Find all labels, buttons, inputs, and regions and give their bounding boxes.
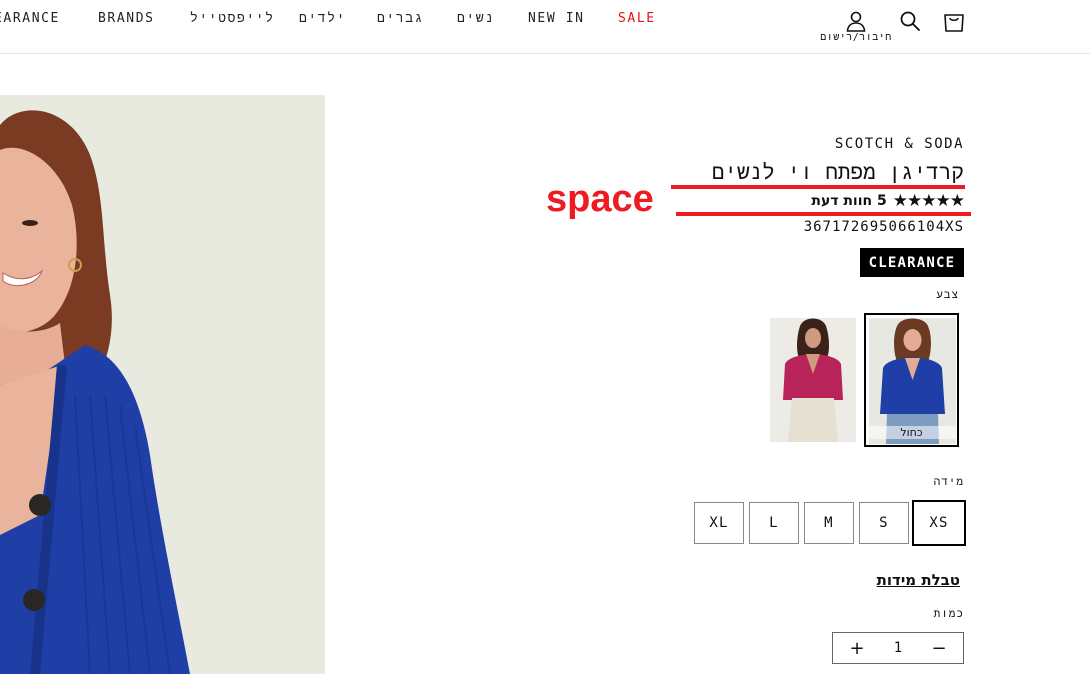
swatch-blue-caption: כחול	[866, 426, 957, 439]
nav-item-clearance[interactable]: EARANCE	[0, 11, 60, 26]
nav-item-women[interactable]: נשים	[457, 11, 495, 26]
color-swatch-blue[interactable]: כחול	[864, 313, 959, 447]
quantity-value[interactable]: 1	[894, 640, 902, 656]
quantity-increase-button[interactable]: +	[847, 638, 867, 659]
site-header: EARANCE BRANDS לייפסטייל ילדים גברים נשי…	[0, 0, 1090, 54]
quantity-stepper[interactable]: + 1 −	[832, 632, 964, 664]
color-label: צבע	[936, 288, 959, 301]
annotation-underline-bottom	[676, 212, 971, 216]
clearance-badge: CLEARANCE	[860, 248, 964, 277]
search-icon[interactable]	[899, 10, 921, 32]
rating-reviews-count: 5 חוות דעת	[811, 193, 887, 209]
size-chart-link[interactable]: טבלת מידות	[877, 571, 960, 589]
user-icon[interactable]	[845, 10, 867, 32]
nav-item-new-in[interactable]: NEW IN	[528, 11, 585, 26]
size-option-m[interactable]: M	[804, 502, 854, 544]
annotation-space-label: space	[546, 178, 654, 220]
rating-stars: ★★★★★	[892, 191, 965, 211]
nav-item-men[interactable]: גברים	[377, 11, 424, 26]
product-rating[interactable]: ★★★★★ 5 חוות דעת	[811, 191, 965, 211]
login-register-link[interactable]: חיבור/רישום	[814, 32, 898, 44]
product-sku: 367172695066104XS	[803, 219, 964, 235]
quantity-label: כמות	[933, 607, 964, 620]
size-option-s[interactable]: S	[859, 502, 909, 544]
model-cardigan-illustration	[0, 95, 325, 674]
product-title: קרדיגן מפתח וי לנשים	[711, 160, 964, 184]
annotation-underline-top	[671, 185, 965, 189]
nav-item-lifestyle[interactable]: לייפסטייל	[190, 11, 275, 26]
nav-item-kids[interactable]: ילדים	[299, 11, 346, 26]
size-option-xl[interactable]: XL	[694, 502, 744, 544]
quantity-decrease-button[interactable]: −	[929, 638, 949, 659]
shopping-bag-icon[interactable]	[942, 8, 966, 34]
nav-item-sale[interactable]: SALE	[618, 11, 656, 26]
nav-item-brands[interactable]: BRANDS	[98, 11, 155, 26]
size-option-xs[interactable]: XS	[912, 500, 966, 546]
size-label: מידה	[933, 475, 964, 488]
size-option-l[interactable]: L	[749, 502, 799, 544]
swatch-magenta-image	[770, 318, 856, 442]
product-main-image[interactable]	[0, 95, 325, 674]
color-swatch-magenta[interactable]	[770, 318, 856, 442]
product-brand[interactable]: SCOTCH & SODA	[835, 136, 964, 152]
